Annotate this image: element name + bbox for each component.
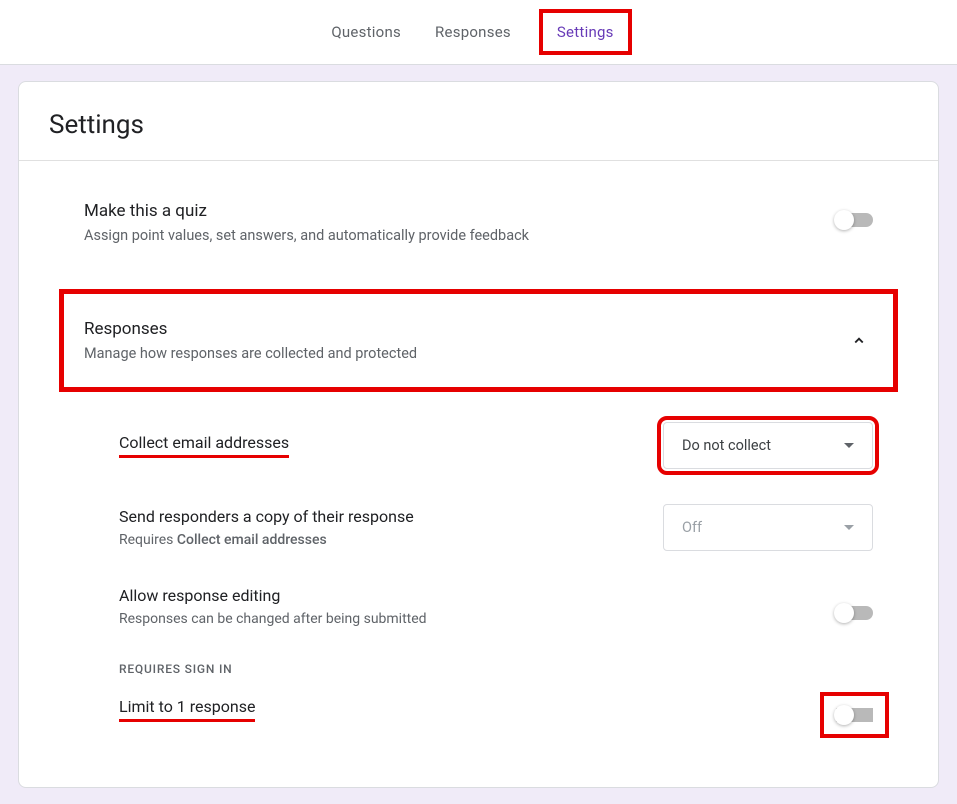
- content-background: Settings Make this a quiz Assign point v…: [0, 64, 957, 804]
- quiz-toggle[interactable]: [836, 213, 873, 227]
- allow-editing-label: Allow response editing: [119, 586, 427, 605]
- send-copy-label: Send responders a copy of their response: [119, 507, 414, 526]
- highlight-responses-header: Responses Manage how responses are colle…: [59, 289, 898, 392]
- collect-email-label: Collect email addresses: [119, 433, 289, 458]
- allow-editing-row: Allow response editing Responses can be …: [19, 586, 938, 627]
- responses-title: Responses: [84, 319, 417, 339]
- caret-down-icon: [844, 443, 854, 448]
- chevron-up-icon: [850, 332, 868, 350]
- send-copy-text: Send responders a copy of their response…: [119, 507, 414, 548]
- limit-response-row: Limit to 1 response: [19, 696, 938, 722]
- tab-settings[interactable]: Settings: [555, 19, 616, 45]
- send-copy-row: Send responders a copy of their response…: [19, 504, 938, 551]
- tab-responses[interactable]: Responses: [433, 19, 513, 45]
- quiz-text: Make this a quiz Assign point values, se…: [84, 201, 529, 244]
- responses-section: Responses Manage how responses are colle…: [19, 289, 938, 392]
- responses-header-text: Responses Manage how responses are colle…: [84, 319, 417, 362]
- collect-email-dropdown[interactable]: Do not collect: [663, 422, 873, 469]
- send-copy-dropdown: Off: [663, 504, 873, 551]
- quiz-row: Make this a quiz Assign point values, se…: [19, 201, 938, 244]
- highlight-settings-tab: Settings: [539, 9, 632, 55]
- limit-response-toggle[interactable]: [836, 708, 873, 722]
- card-header: Settings: [19, 110, 938, 161]
- requires-signin-label: REQUIRES SIGN IN: [19, 662, 938, 676]
- settings-card: Settings Make this a quiz Assign point v…: [18, 81, 939, 788]
- collect-email-row: Collect email addresses Do not collect: [19, 422, 938, 469]
- tab-questions[interactable]: Questions: [329, 19, 403, 45]
- responses-header[interactable]: Responses Manage how responses are colle…: [84, 319, 868, 362]
- limit-response-text: Limit to 1 response: [119, 697, 255, 722]
- responses-subtitle: Manage how responses are collected and p…: [84, 345, 417, 362]
- send-copy-value: Off: [682, 519, 702, 536]
- tabs-bar: Questions Responses Settings: [0, 0, 957, 64]
- allow-editing-toggle[interactable]: [836, 606, 873, 620]
- quiz-subtitle: Assign point values, set answers, and au…: [84, 227, 529, 244]
- collect-email-value: Do not collect: [682, 437, 771, 454]
- limit-response-label: Limit to 1 response: [119, 697, 255, 722]
- allow-editing-subtitle: Responses can be changed after being sub…: [119, 611, 427, 627]
- send-copy-requires: Requires Collect email addresses: [119, 532, 414, 548]
- allow-editing-text: Allow response editing Responses can be …: [119, 586, 427, 627]
- caret-down-icon: [844, 525, 854, 530]
- page-title: Settings: [49, 110, 908, 140]
- quiz-title: Make this a quiz: [84, 201, 529, 221]
- collect-email-text: Collect email addresses: [119, 433, 289, 458]
